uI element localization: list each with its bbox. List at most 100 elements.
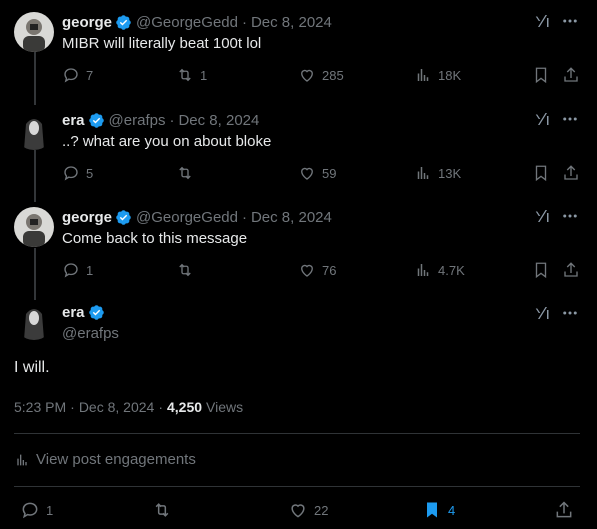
tweet[interactable]: george @GeorgeGedd · Dec 8, 2024 MIBR wi… xyxy=(0,12,597,102)
main-author-handle[interactable]: @erafps xyxy=(62,325,119,342)
heart-icon xyxy=(301,264,313,277)
bookmark-icon xyxy=(535,165,547,182)
reply-count: 7 xyxy=(86,67,94,83)
author-name[interactable]: george xyxy=(62,209,112,226)
analytics-icon xyxy=(417,69,429,81)
share-icon xyxy=(564,262,578,277)
bookmark-button[interactable] xyxy=(532,66,550,84)
divider xyxy=(14,486,580,487)
share-button[interactable] xyxy=(562,261,580,279)
like-button[interactable]: 285 xyxy=(298,66,344,84)
retweet-button[interactable] xyxy=(176,261,200,279)
reply-button[interactable]: 1 xyxy=(20,500,53,520)
tweet-date[interactable]: Dec 8, 2024 xyxy=(251,14,332,31)
bookmark-button[interactable] xyxy=(532,261,550,279)
separator-dot: · xyxy=(158,399,163,415)
tweet-header: george @GeorgeGedd · Dec 8, 2024 xyxy=(62,207,332,227)
tweet-header: era @erafps · Dec 8, 2024 xyxy=(62,110,259,130)
divider xyxy=(14,433,580,434)
like-button[interactable]: 76 xyxy=(298,261,336,279)
bookmark-button[interactable]: 4 xyxy=(422,500,455,520)
reply-button[interactable]: 7 xyxy=(62,66,93,84)
bookmark-button[interactable] xyxy=(532,164,550,182)
separator-dot: · xyxy=(241,13,247,31)
analytics-icon xyxy=(417,167,429,179)
avatar[interactable] xyxy=(14,110,54,150)
retweet-icon xyxy=(155,503,169,517)
views-button[interactable]: 13K xyxy=(414,164,461,182)
grok-icon[interactable] xyxy=(535,12,553,30)
author-name[interactable]: george xyxy=(62,14,112,31)
author-handle[interactable]: @erafps xyxy=(109,112,166,129)
view-count: 4.7K xyxy=(438,262,465,278)
share-icon xyxy=(556,501,572,518)
views-label: Views xyxy=(206,399,244,415)
post-date[interactable]: Dec 8, 2024 xyxy=(79,399,155,415)
author-name[interactable]: era xyxy=(62,112,85,129)
reply-icon xyxy=(22,502,38,519)
tweet-text: ..? what are you on about bloke xyxy=(62,133,272,150)
view-engagements-link[interactable]: View post engagements xyxy=(14,451,196,468)
views-count: 4,250 xyxy=(166,399,203,415)
verified-badge-icon xyxy=(88,305,104,320)
like-count: 76 xyxy=(322,262,337,278)
bookmark-filled-icon xyxy=(427,502,437,518)
heart-icon xyxy=(291,504,305,518)
grok-icon[interactable] xyxy=(535,207,553,225)
analytics-icon xyxy=(417,264,429,276)
tweet-text: MIBR will literally beat 100t lol xyxy=(62,35,262,52)
share-button[interactable] xyxy=(562,164,580,182)
more-options-icon[interactable] xyxy=(561,12,579,30)
like-count: 285 xyxy=(322,67,344,83)
author-handle[interactable]: @GeorgeGedd xyxy=(136,209,238,226)
tweet[interactable]: george @GeorgeGedd · Dec 8, 2024 Come ba… xyxy=(0,207,597,297)
like-button[interactable]: 59 xyxy=(298,164,336,182)
avatar[interactable] xyxy=(14,300,54,340)
grok-icon[interactable] xyxy=(535,110,553,128)
tweet[interactable]: era @erafps · Dec 8, 2024 ..? what are y… xyxy=(0,110,597,200)
verified-badge-icon xyxy=(88,112,104,128)
main-tweet-actions: 1 22 4 xyxy=(20,500,580,522)
grok-icon[interactable] xyxy=(535,304,553,322)
like-button[interactable]: 22 xyxy=(288,500,328,520)
author-name[interactable]: era xyxy=(62,304,85,321)
retweet-button[interactable] xyxy=(176,164,200,182)
views-button[interactable]: 18K xyxy=(414,66,461,84)
retweet-button[interactable]: 1 xyxy=(176,66,207,84)
retweet-icon xyxy=(179,263,191,277)
reply-count: 1 xyxy=(46,502,54,518)
share-button[interactable] xyxy=(554,500,574,520)
tweet-date[interactable]: Dec 8, 2024 xyxy=(251,209,332,226)
reply-icon xyxy=(64,263,78,278)
more-options-icon[interactable] xyxy=(561,110,579,128)
avatar[interactable] xyxy=(14,207,54,247)
more-options-icon[interactable] xyxy=(561,304,579,322)
tweet-header: george @GeorgeGedd · Dec 8, 2024 xyxy=(62,12,332,32)
retweet-icon xyxy=(179,166,191,180)
bookmark-icon xyxy=(535,262,547,279)
view-count: 13K xyxy=(438,165,462,181)
tweet-meta: 5:23 PM · Dec 8, 2024 · 4,250 Views xyxy=(14,399,243,415)
more-options-icon[interactable] xyxy=(561,207,579,225)
bookmark-count: 4 xyxy=(448,502,456,518)
separator-dot: · xyxy=(241,208,247,226)
main-author-name[interactable]: era xyxy=(62,304,109,321)
share-button[interactable] xyxy=(562,66,580,84)
separator-dot: · xyxy=(169,111,175,129)
author-handle[interactable]: @GeorgeGedd xyxy=(136,14,238,31)
reply-icon xyxy=(64,166,78,181)
tweet-date[interactable]: Dec 8, 2024 xyxy=(178,112,259,129)
analytics-icon xyxy=(17,454,27,465)
reply-button[interactable]: 1 xyxy=(62,261,93,279)
retweet-count: 1 xyxy=(200,67,208,83)
heart-icon xyxy=(301,69,313,82)
tweet-actions: 1 76 4.7K xyxy=(62,261,580,281)
reply-icon xyxy=(64,68,78,83)
reply-button[interactable]: 5 xyxy=(62,164,93,182)
main-tweet-text: I will. xyxy=(14,359,50,376)
tweet-actions: 7 1 285 18K xyxy=(62,66,580,86)
avatar[interactable] xyxy=(14,12,54,52)
retweet-button[interactable] xyxy=(152,500,178,520)
views-button[interactable]: 4.7K xyxy=(414,261,465,279)
post-time[interactable]: 5:23 PM xyxy=(14,399,66,415)
